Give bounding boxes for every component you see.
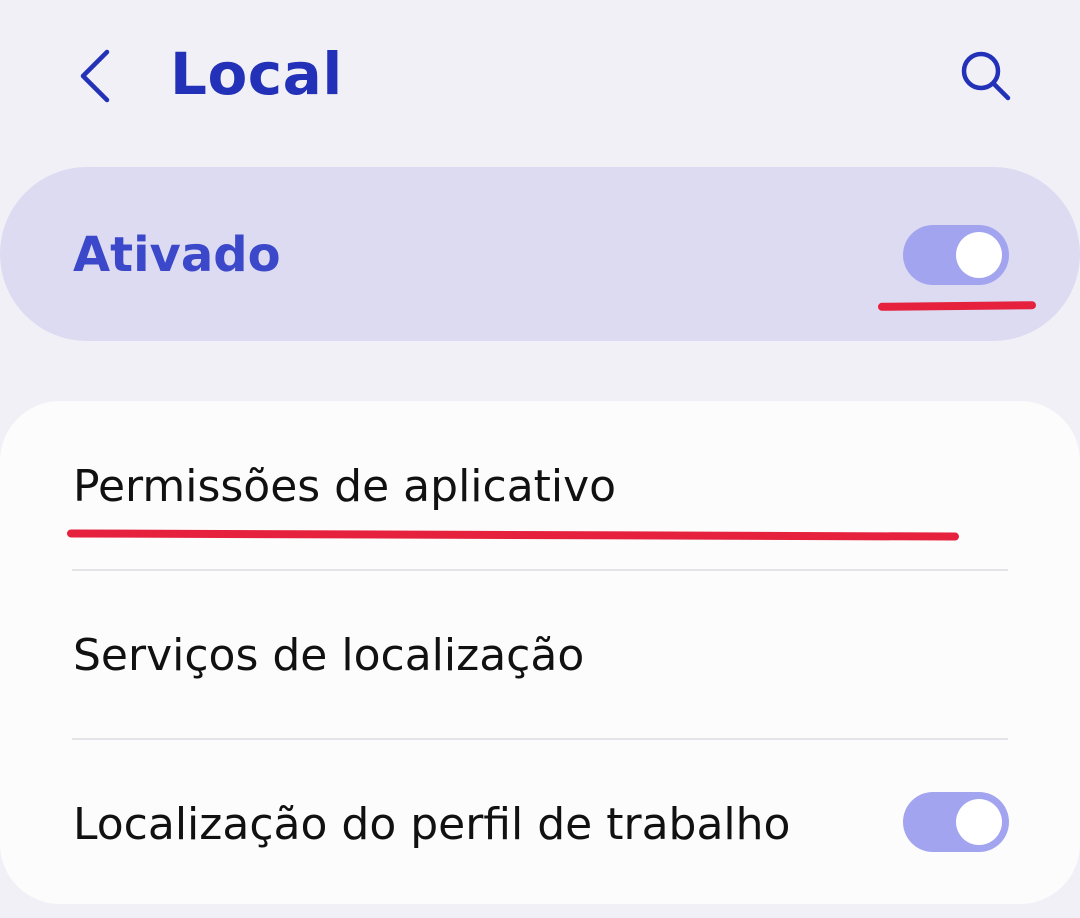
red-underline-annotation [877,301,1037,311]
chevron-left-icon [80,49,110,103]
list-item-app-permissions[interactable]: Permissões de aplicativo [0,401,1080,569]
master-location-toggle[interactable] [903,225,1009,285]
work-profile-location-toggle[interactable] [903,792,1009,852]
toggle-knob [956,799,1002,845]
top-app-bar: Local [0,0,1080,150]
list-item-location-services[interactable]: Serviços de localização [0,570,1080,738]
red-underline-annotation [66,529,960,541]
master-switch-label: Ativado [73,227,281,283]
back-button[interactable] [60,36,130,116]
search-button[interactable] [946,36,1026,116]
page-title: Local [170,40,343,108]
list-item-label: Permissões de aplicativo [73,461,617,512]
list-item-label: Serviços de localização [73,630,585,681]
master-switch-row[interactable]: Ativado [0,167,1080,341]
settings-list: Permissões de aplicativo Serviços de loc… [0,401,1080,904]
list-item-label: Localização do perfil de trabalho [73,799,791,850]
list-item-work-profile-location[interactable]: Localização do perfil de trabalho [0,739,1080,907]
search-icon [961,51,1011,101]
location-settings-screen: Local Ativado Permissões de aplicativo S… [0,0,1080,918]
toggle-knob [956,232,1002,278]
